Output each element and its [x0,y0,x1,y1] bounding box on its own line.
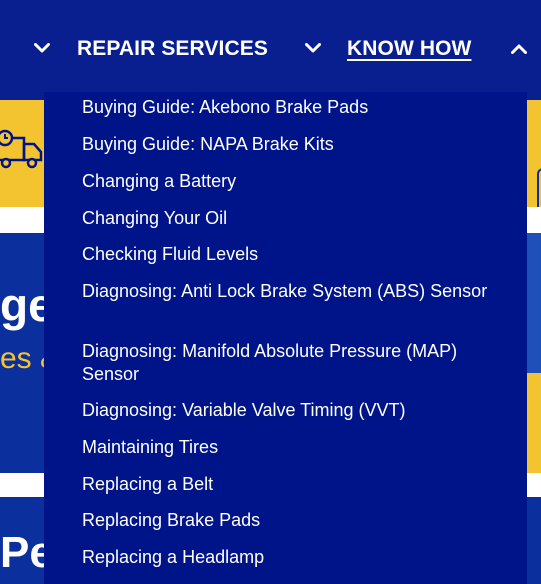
chevron-down-icon[interactable] [305,43,321,53]
chevron-up-icon[interactable] [511,44,527,54]
nav-label-repair-services[interactable]: REPAIR SERVICES [77,37,268,61]
divider-white [0,473,44,497]
know-how-dropdown: Buying Guide: Akebono Brake Pads Buying … [44,92,527,584]
background-page-right [527,100,541,584]
chevron-down-icon[interactable] [34,43,50,53]
menu-item-maintaining-tires[interactable]: Maintaining Tires [82,436,502,459]
menu-item-akebono-brake-pads[interactable]: Buying Guide: Akebono Brake Pads [82,96,502,119]
nav-label-know-how[interactable]: KNOW HOW [347,37,471,61]
promo-image [527,233,541,373]
promo-subline: es & [0,342,44,375]
promo-banner-blue-2 [527,497,541,584]
menu-item-replacing-belt[interactable]: Replacing a Belt [82,473,502,496]
menu-item-diagnosing-abs[interactable]: Diagnosing: Anti Lock Brake System (ABS)… [82,280,502,303]
promo-bottom-text: Pe [0,528,44,577]
menu-item-napa-brake-kits[interactable]: Buying Guide: NAPA Brake Kits [82,133,502,156]
menu-item-changing-battery[interactable]: Changing a Battery [82,170,502,193]
nav-item-know-how[interactable]: KNOW HOW [347,36,471,62]
menu-item-replacing-brake-pads[interactable]: Replacing Brake Pads [82,509,502,532]
truck-icon [0,128,44,177]
top-nav: REPAIR SERVICES KNOW HOW [0,0,541,100]
promo-headline: ge [0,279,44,331]
divider-white [0,207,44,233]
menu-item-diagnosing-vvt[interactable]: Diagnosing: Variable Valve Timing (VVT) [82,399,502,422]
divider-white [527,473,541,497]
menu-item-replacing-headlamp[interactable]: Replacing a Headlamp [82,546,502,569]
divider-white [527,207,541,233]
nav-item-repair-services[interactable]: REPAIR SERVICES [77,36,268,62]
menu-item-diagnosing-map[interactable]: Diagnosing: Manifold Absolute Pressure (… [82,340,502,386]
background-page-left: ge es & Pe [0,100,44,584]
menu-item-changing-oil[interactable]: Changing Your Oil [82,207,502,230]
menu-item-checking-fluids[interactable]: Checking Fluid Levels [82,243,502,266]
